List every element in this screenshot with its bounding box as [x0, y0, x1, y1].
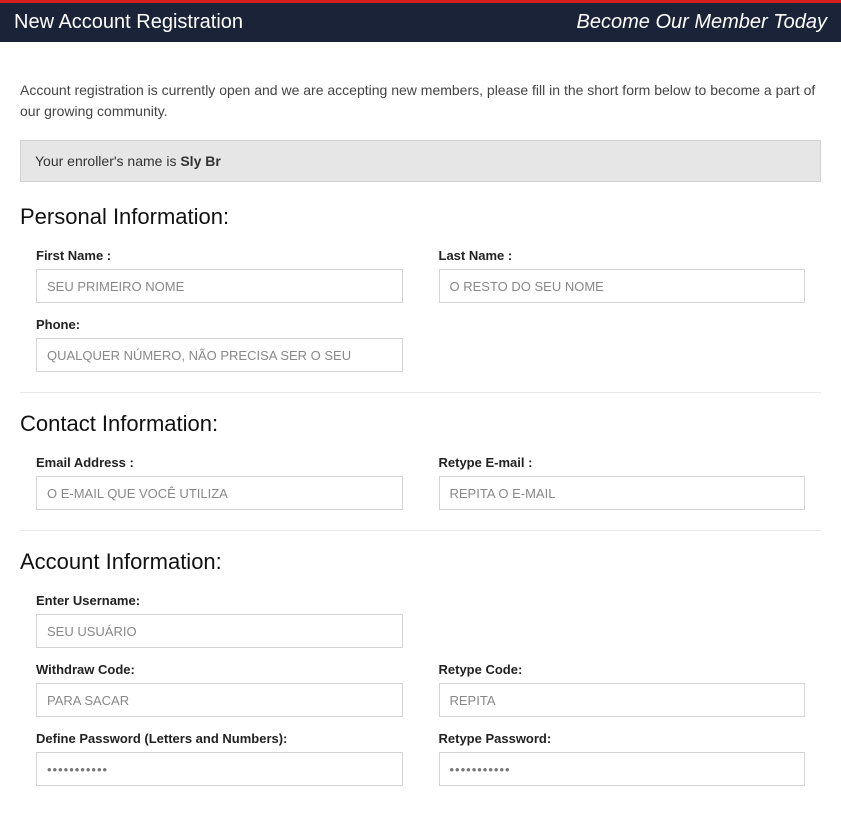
withdraw-code-label: Withdraw Code:	[36, 662, 403, 677]
password-label: Define Password (Letters and Numbers):	[36, 731, 403, 746]
divider	[20, 530, 821, 531]
retype-password-label: Retype Password:	[439, 731, 806, 746]
row-email: Email Address : Retype E-mail :	[20, 455, 821, 510]
field-email: Email Address :	[36, 455, 403, 510]
first-name-input[interactable]	[36, 269, 403, 303]
section-personal-title: Personal Information:	[20, 204, 821, 230]
row-phone: Phone:	[20, 317, 821, 372]
email-input[interactable]	[36, 476, 403, 510]
username-label: Enter Username:	[36, 593, 403, 608]
username-input[interactable]	[36, 614, 403, 648]
field-first-name: First Name :	[36, 248, 403, 303]
last-name-label: Last Name :	[439, 248, 806, 263]
row-withdraw: Withdraw Code: Retype Code:	[20, 662, 821, 717]
enroller-name: Sly Br	[180, 153, 220, 169]
phone-input[interactable]	[36, 338, 403, 372]
field-retype-email: Retype E-mail :	[439, 455, 806, 510]
phone-label: Phone:	[36, 317, 403, 332]
field-last-name: Last Name :	[439, 248, 806, 303]
content-area: Account registration is currently open a…	[0, 42, 841, 820]
email-label: Email Address :	[36, 455, 403, 470]
retype-code-label: Retype Code:	[439, 662, 806, 677]
password-input[interactable]	[36, 752, 403, 786]
section-contact-title: Contact Information:	[20, 411, 821, 437]
page-title: New Account Registration	[14, 11, 243, 34]
field-phone: Phone:	[36, 317, 403, 372]
first-name-label: First Name :	[36, 248, 403, 263]
page-tagline: Become Our Member Today	[577, 11, 827, 34]
intro-text: Account registration is currently open a…	[20, 42, 821, 140]
enroller-box: Your enroller's name is Sly Br	[20, 140, 821, 182]
page-header: New Account Registration Become Our Memb…	[0, 0, 841, 42]
retype-email-input[interactable]	[439, 476, 806, 510]
retype-password-input[interactable]	[439, 752, 806, 786]
row-name: First Name : Last Name :	[20, 248, 821, 303]
section-account-title: Account Information:	[20, 549, 821, 575]
retype-code-input[interactable]	[439, 683, 806, 717]
field-username: Enter Username:	[36, 593, 403, 648]
field-withdraw-code: Withdraw Code:	[36, 662, 403, 717]
retype-email-label: Retype E-mail :	[439, 455, 806, 470]
last-name-input[interactable]	[439, 269, 806, 303]
withdraw-code-input[interactable]	[36, 683, 403, 717]
row-username: Enter Username:	[20, 593, 821, 648]
field-retype-code: Retype Code:	[439, 662, 806, 717]
divider	[20, 392, 821, 393]
enroller-prefix: Your enroller's name is	[35, 153, 180, 169]
